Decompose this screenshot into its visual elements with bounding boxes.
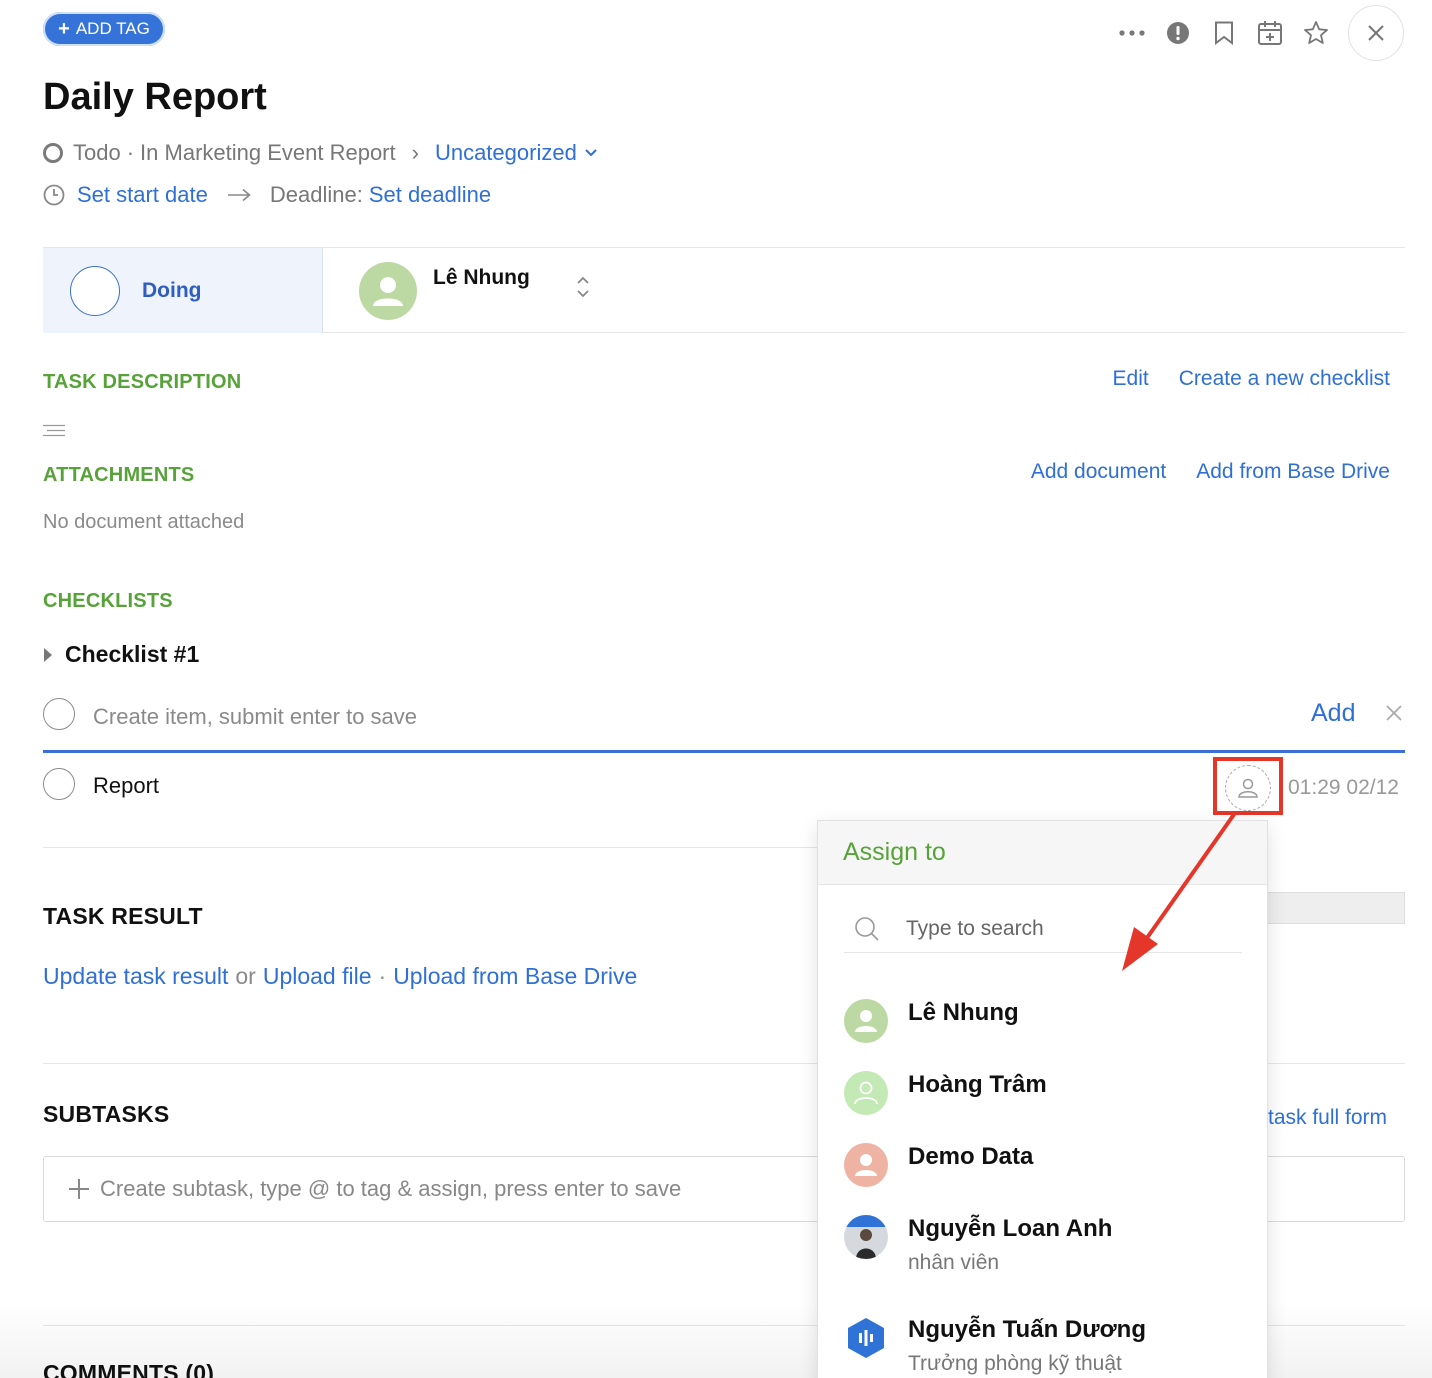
plus-icon: + [58, 18, 70, 40]
annotation-arrow [1122, 811, 1237, 971]
clock-icon [43, 184, 65, 206]
set-start-date-link[interactable]: Set start date [77, 182, 208, 208]
caret-right-icon [44, 647, 52, 662]
assign-option-name: Lê Nhung [908, 999, 1019, 1026]
separator-dot: · [378, 963, 387, 989]
add-tag-label: ADD TAG [75, 19, 150, 38]
upload-file-link[interactable]: Upload file [263, 963, 372, 990]
avatar-photo [844, 1215, 888, 1259]
update-task-result-link[interactable]: Update task result [43, 963, 228, 990]
avatar [359, 262, 417, 320]
add-document-link[interactable]: Add document [1031, 460, 1166, 484]
close-icon [1368, 25, 1384, 41]
add-tag-button[interactable]: + ADD TAG [43, 12, 165, 46]
attachments-heading: ATTACHMENTS [43, 464, 195, 486]
add-item-button[interactable]: Add [1311, 699, 1355, 728]
checklist-item-timestamp: 01:29 02/12 [1288, 776, 1399, 799]
no-document-text: No document attached [43, 511, 245, 533]
add-from-drive-link[interactable]: Add from Base Drive [1196, 460, 1390, 484]
set-deadline-link[interactable]: Set deadline [369, 182, 491, 208]
category-label: Uncategorized [434, 140, 577, 165]
bookmark-icon[interactable] [1210, 19, 1238, 47]
assign-option-nguyen-tuan-duong[interactable]: Nguyễn Tuấn Dương Trưởng phòng kỹ thuật [844, 1314, 1146, 1376]
photo-avatar-icon [844, 1215, 888, 1259]
avatar [844, 999, 888, 1043]
assign-option-nguyen-loan-anh[interactable]: Nguyễn Loan Anh nhân viên [844, 1213, 1112, 1275]
checklist-toggle[interactable]: Checklist #1 [43, 641, 199, 668]
checklist-name: Checklist #1 [65, 641, 200, 667]
category-select[interactable]: Uncategorized [435, 140, 597, 166]
task-description-heading: TASK DESCRIPTION [43, 371, 242, 393]
alert-icon[interactable] [1164, 19, 1192, 47]
cancel-item-icon[interactable] [1385, 704, 1403, 722]
arrow-right-icon [227, 188, 251, 202]
assign-option-demo-data[interactable]: Demo Data [844, 1141, 1033, 1187]
task-result-heading: TASK RESULT [43, 903, 203, 929]
person-outline-icon [854, 1081, 878, 1105]
chevron-down-icon [585, 149, 597, 157]
assign-option-role: nhân viên [908, 1251, 1000, 1274]
star-icon[interactable] [1302, 19, 1330, 47]
or-text: or [235, 963, 256, 989]
comments-heading: COMMENTS (0) [43, 1360, 215, 1378]
assign-option-hoang-tram[interactable]: Hoàng Trâm [844, 1069, 1047, 1115]
header-actions [1118, 5, 1404, 61]
checklist-item-label[interactable]: Report [93, 773, 159, 799]
description-lines-icon [43, 424, 65, 437]
new-item-input[interactable]: Create item, submit enter to save [93, 704, 417, 730]
person-icon [373, 277, 403, 306]
status-circle-icon [70, 265, 120, 316]
task-result-progress [1260, 892, 1405, 924]
project-name[interactable]: In Marketing Event Report [140, 140, 396, 166]
assign-option-le-nhung[interactable]: Lê Nhung [844, 997, 1019, 1043]
subtask-placeholder: Create subtask, type @ to tag & assign, … [100, 1176, 682, 1201]
more-options-icon[interactable] [1118, 19, 1146, 47]
subtask-full-form-link[interactable]: task full form [1268, 1106, 1387, 1130]
status-toggle[interactable]: Doing [43, 248, 323, 333]
create-checklist-link[interactable]: Create a new checklist [1179, 367, 1390, 391]
divider [43, 847, 817, 848]
checklist-item-checkbox[interactable] [43, 768, 75, 800]
person-icon [855, 1010, 877, 1032]
dates-row: Set start date Deadline: Set deadline [43, 182, 491, 208]
todo-status-icon [43, 143, 63, 163]
task-title: Daily Report [43, 76, 267, 118]
avatar [844, 1143, 888, 1187]
deadline-label: Deadline: [269, 182, 363, 207]
sort-arrows-icon[interactable] [576, 274, 590, 300]
breadcrumb-separator: · [126, 140, 135, 165]
assignee-selector[interactable]: Lê Nhung [359, 262, 590, 320]
plus-icon [69, 1179, 89, 1199]
base-logo-icon [848, 1318, 884, 1358]
assign-option-name: Hoàng Trâm [908, 1071, 1047, 1098]
assignee-name: Lê Nhung [433, 266, 530, 289]
checklists-heading: CHECKLISTS [43, 590, 173, 612]
upload-from-drive-link[interactable]: Upload from Base Drive [393, 963, 637, 990]
close-button[interactable] [1348, 5, 1404, 61]
chevron-right-icon: › [411, 140, 419, 165]
assign-option-name: Nguyễn Loan Anh [908, 1215, 1113, 1242]
status-assignee-bar: Doing Lê Nhung [43, 247, 1405, 333]
task-breadcrumb: Todo · In Marketing Event Report › Uncat… [43, 140, 597, 166]
avatar [844, 1071, 888, 1115]
search-placeholder: Type to search [906, 916, 1044, 940]
subtasks-heading: SUBTASKS [43, 1101, 170, 1127]
person-outline-icon [1238, 778, 1258, 798]
status-label: Doing [142, 278, 202, 302]
assign-option-name: Nguyễn Tuấn Dương [908, 1316, 1146, 1343]
assign-option-role: Trưởng phòng kỹ thuật [908, 1352, 1122, 1375]
description-actions: Edit Create a new checklist [1113, 367, 1390, 391]
assign-option-name: Demo Data [908, 1143, 1034, 1170]
avatar-logo [844, 1316, 888, 1360]
person-icon [855, 1154, 877, 1176]
search-icon [855, 916, 879, 941]
status-word: Todo [73, 140, 121, 165]
task-result-actions: Update task result or Upload file · Uplo… [43, 963, 637, 990]
attachment-actions: Add document Add from Base Drive [1031, 460, 1390, 484]
new-item-checkbox [43, 698, 75, 730]
input-focus-underline [43, 750, 1405, 753]
calendar-add-icon[interactable] [1256, 19, 1284, 47]
edit-description-link[interactable]: Edit [1113, 367, 1149, 391]
